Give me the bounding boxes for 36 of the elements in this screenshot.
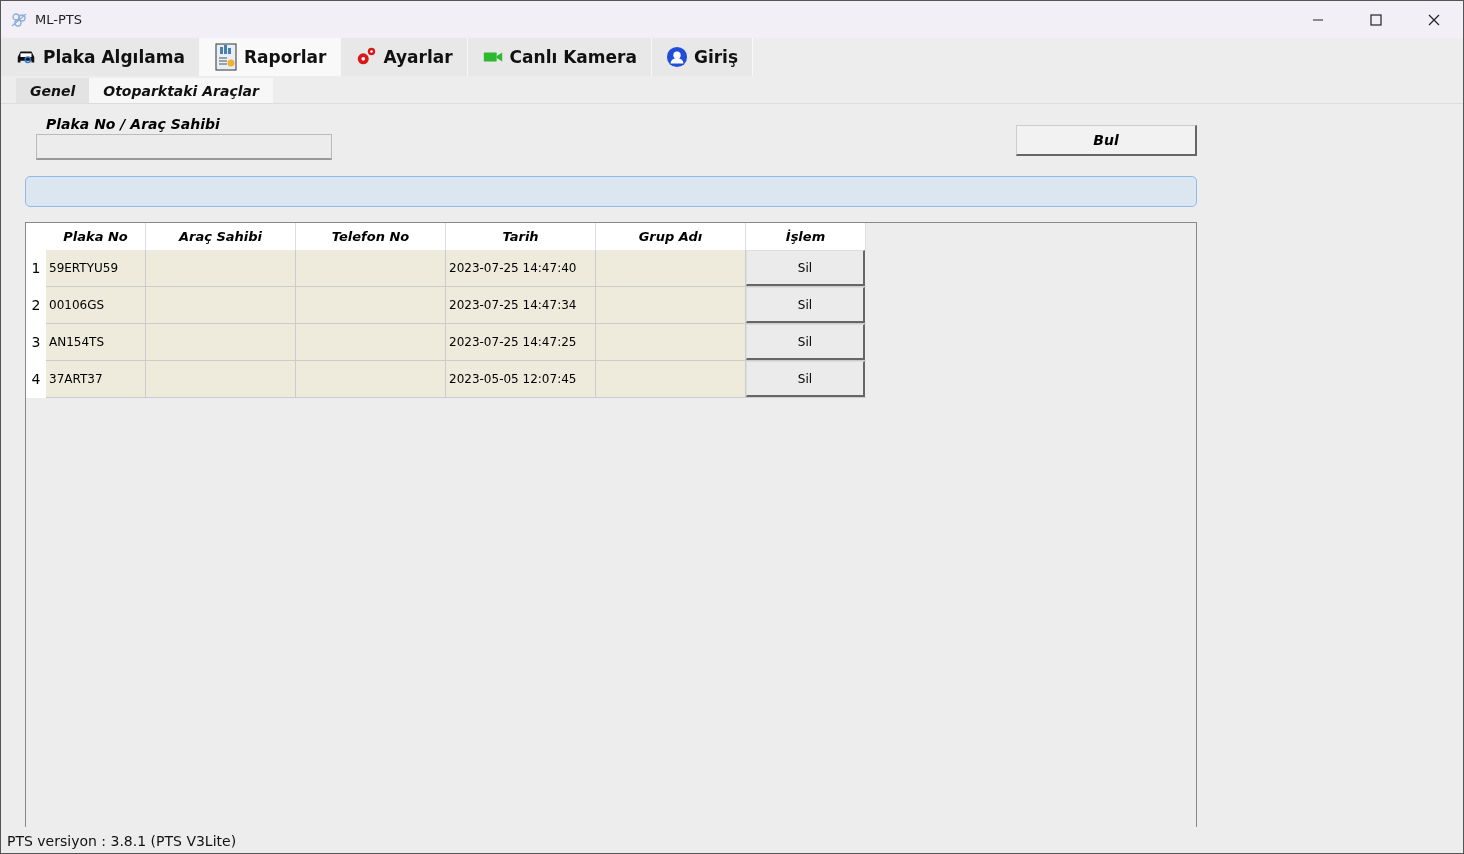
main-tab[interactable]: Giriş — [651, 38, 754, 76]
table-cell: 2023-07-25 14:47:40 — [445, 250, 596, 287]
search-button[interactable]: Bul — [1016, 125, 1197, 156]
sub-tab[interactable]: Otoparktaki Araçlar — [89, 78, 273, 103]
column-header: Grup Adı — [595, 223, 746, 250]
row-number: 3 — [26, 323, 46, 361]
sub-tab[interactable]: Genel — [16, 78, 90, 103]
table-cell: 00106GS — [46, 286, 146, 324]
row-number: 4 — [26, 360, 46, 398]
table-cell: 37ART37 — [46, 360, 146, 398]
table-cell: 2023-05-05 12:07:45 — [445, 360, 596, 398]
table-cell: 2023-07-25 14:47:34 — [445, 286, 596, 324]
column-header: Tarih — [445, 223, 596, 250]
window-title: ML-PTS — [35, 12, 82, 27]
row-number: 2 — [26, 286, 46, 324]
user-icon — [665, 46, 688, 68]
column-header: Araç Sahibi — [145, 223, 296, 250]
row-number: 1 — [26, 250, 46, 287]
main-tab[interactable]: Canlı Kamera — [467, 38, 652, 76]
table-cell: 2023-07-25 14:47:25 — [445, 323, 596, 361]
search-label: Plaka No / Araç Sahibi — [45, 116, 221, 132]
delete-button[interactable]: Sil — [746, 324, 865, 360]
delete-button[interactable]: Sil — [746, 250, 865, 286]
column-header: İşlem — [745, 223, 866, 250]
main-tab[interactable]: Plaka Algılama — [1, 38, 200, 76]
report-icon — [213, 43, 238, 71]
search-field[interactable] — [36, 134, 332, 160]
delete-button[interactable]: Sil — [746, 287, 865, 323]
delete-button[interactable]: Sil — [746, 361, 865, 397]
main-tab[interactable]: Ayarlar — [341, 38, 468, 76]
main-tab[interactable]: Raporlar — [199, 38, 342, 76]
table-cell: AN154TS — [46, 323, 146, 361]
version-text: PTS versiyon : 3.8.1 (PTS V3Lite) — [6, 832, 238, 851]
table-cell: 59ERTYU59 — [46, 250, 146, 287]
column-header: Telefon No — [295, 223, 446, 250]
column-header: Plaka No — [46, 223, 146, 250]
